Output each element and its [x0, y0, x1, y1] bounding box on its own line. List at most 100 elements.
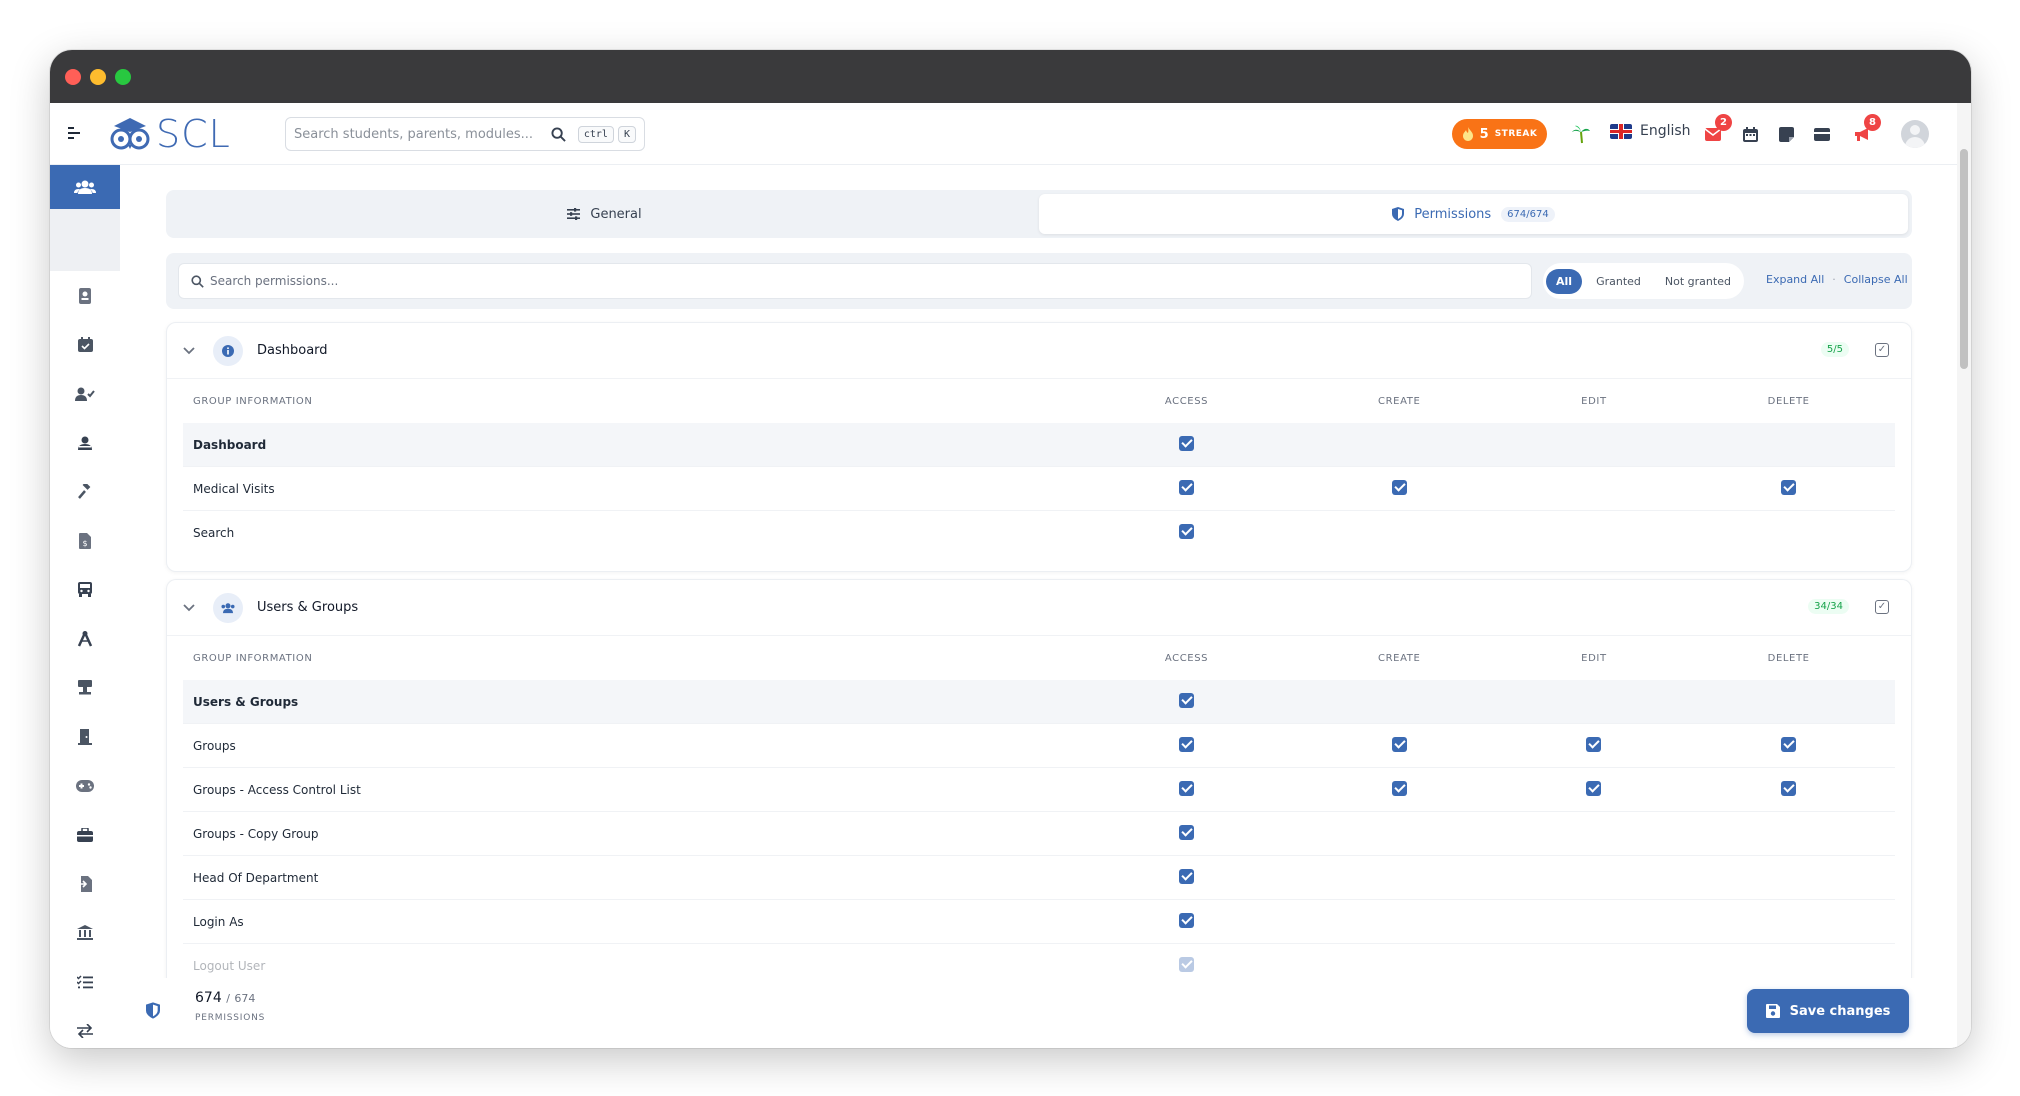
delete-checkbox[interactable] [1781, 780, 1797, 796]
permission-search-input[interactable] [210, 274, 1519, 288]
sticky-note-icon[interactable] [1775, 123, 1797, 145]
sidebar-item-door[interactable] [50, 712, 120, 761]
shield-icon [1392, 207, 1405, 221]
access-checkbox[interactable] [1178, 524, 1194, 539]
group-title: Dashboard [257, 343, 328, 358]
language-selector[interactable]: English [1610, 123, 1691, 139]
access-checkbox[interactable] [1178, 956, 1194, 972]
delete-checkbox[interactable] [1781, 479, 1797, 495]
chevron-down-icon[interactable] [183, 600, 203, 616]
collapse-all-link[interactable]: Collapse All [1844, 273, 1908, 286]
permission-filter-bar: All Granted Not granted Expand All · Col… [166, 253, 1912, 309]
chevron-down-icon[interactable] [183, 343, 203, 359]
sidebar-item-teacher[interactable] [50, 418, 120, 467]
sidebar-item-users[interactable] [50, 165, 120, 209]
access-checkbox[interactable] [1178, 479, 1194, 495]
chalkboard-teacher-icon [78, 436, 92, 450]
palm-tree-icon[interactable] [1570, 123, 1592, 145]
sidebar-item-file-import[interactable] [50, 859, 120, 908]
minimize-window-button[interactable] [90, 69, 106, 85]
table-row: Medical Visits [183, 467, 1895, 511]
permission-search[interactable] [178, 263, 1532, 299]
streak-badge[interactable]: 5 STREAK [1452, 119, 1547, 149]
sliders-icon [567, 208, 581, 220]
access-checkbox[interactable] [1178, 868, 1194, 884]
megaphone-icon[interactable]: 8 [1851, 114, 1881, 145]
sidebar-item-stamp[interactable] [50, 663, 120, 712]
shortcut-k-key: K [617, 125, 636, 143]
sidebar-item-invoice[interactable]: $ [50, 516, 120, 565]
scrollbar-thumb[interactable] [1960, 149, 1968, 369]
credit-card-icon[interactable] [1811, 123, 1833, 145]
sidebar-spacer [50, 209, 120, 271]
tab-permissions[interactable]: Permissions 674/674 [1039, 194, 1908, 234]
global-search-input[interactable] [294, 126, 551, 142]
expand-all-link[interactable]: Expand All [1766, 273, 1824, 286]
tab-general[interactable]: General [170, 194, 1039, 234]
sidebar-item-compass[interactable] [50, 614, 120, 663]
app-logo[interactable]: SCL [108, 112, 231, 156]
column-headers: GROUP INFORMATION ACCESS CREATE EDIT DEL… [167, 379, 1911, 423]
edit-checkbox[interactable] [1586, 736, 1602, 752]
group-count-badge: 5/5 [1820, 342, 1849, 357]
sidebar-item-gavel[interactable] [50, 467, 120, 516]
filter-all-button[interactable]: All [1546, 268, 1583, 294]
select-group-checkbox[interactable]: ✓ [1875, 600, 1889, 614]
maximize-window-button[interactable] [115, 69, 131, 85]
create-checkbox[interactable] [1391, 479, 1407, 495]
sidebar-item-institution[interactable] [50, 908, 120, 957]
group-title: Users & Groups [257, 600, 359, 615]
table-row: Head Of Department [183, 856, 1895, 900]
sidebar-item-briefcase[interactable] [50, 810, 120, 859]
uk-flag-icon [1610, 123, 1632, 139]
table-row: Search [183, 511, 1895, 555]
select-group-checkbox[interactable]: ✓ [1875, 343, 1889, 357]
filter-granted-button[interactable]: Granted [1586, 269, 1651, 294]
global-search[interactable]: ctrl K [285, 117, 645, 151]
delete-checkbox[interactable] [1781, 736, 1797, 752]
user-avatar[interactable] [1901, 120, 1929, 148]
sidebar-item-gamepad[interactable] [50, 761, 120, 810]
sidebar-nav-list: $ [50, 271, 120, 1048]
group-header[interactable]: Dashboard 5/5 ✓ [167, 323, 1911, 379]
group-count-badge: 34/34 [1808, 599, 1849, 614]
table-row: Users & Groups [183, 680, 1895, 724]
access-checkbox[interactable] [1178, 824, 1194, 840]
col-delete: DELETE [1767, 395, 1810, 407]
col-access: ACCESS [1164, 652, 1209, 664]
access-checkbox[interactable] [1178, 692, 1194, 708]
edit-checkbox[interactable] [1586, 780, 1602, 796]
row-label: Groups - Access Control List [193, 782, 361, 797]
mail-badge: 2 [1715, 114, 1732, 131]
sidebar-item-bus[interactable] [50, 565, 120, 614]
bus-icon [78, 582, 92, 597]
access-checkbox[interactable] [1178, 780, 1194, 796]
col-edit: EDIT [1581, 395, 1607, 407]
group-header[interactable]: Users & Groups 34/34 ✓ [167, 580, 1911, 636]
expand-collapse-controls: Expand All · Collapse All [1766, 273, 1908, 286]
permissions-label: PERMISSIONS [195, 1013, 266, 1023]
create-checkbox[interactable] [1391, 736, 1407, 752]
sidebar-item-task-list[interactable] [50, 957, 120, 1006]
filter-not-granted-button[interactable]: Not granted [1655, 269, 1741, 294]
mail-icon[interactable]: 2 [1702, 114, 1732, 145]
info-icon [213, 335, 243, 366]
access-checkbox[interactable] [1178, 736, 1194, 752]
sidebar-item-transfer[interactable] [50, 1006, 120, 1048]
streak-count: 5 [1479, 126, 1489, 142]
table-row: Groups [183, 724, 1895, 768]
app-root: SCL ctrl K 5 STREAK [50, 103, 1971, 1048]
search-icon[interactable] [551, 126, 566, 142]
close-window-button[interactable] [65, 69, 81, 85]
menu-toggle-icon[interactable] [68, 125, 82, 143]
page-scrollbar[interactable] [1957, 103, 1971, 1048]
create-checkbox[interactable] [1391, 780, 1407, 796]
calendar-icon[interactable] [1739, 123, 1761, 145]
sidebar-item-calendar[interactable] [50, 320, 120, 369]
sidebar-item-id-card[interactable] [50, 271, 120, 320]
access-checkbox[interactable] [1178, 435, 1194, 451]
sidebar-item-user-check[interactable] [50, 369, 120, 418]
save-changes-button[interactable]: Save changes [1747, 989, 1909, 1033]
access-checkbox[interactable] [1178, 912, 1194, 928]
users-icon [213, 592, 243, 623]
